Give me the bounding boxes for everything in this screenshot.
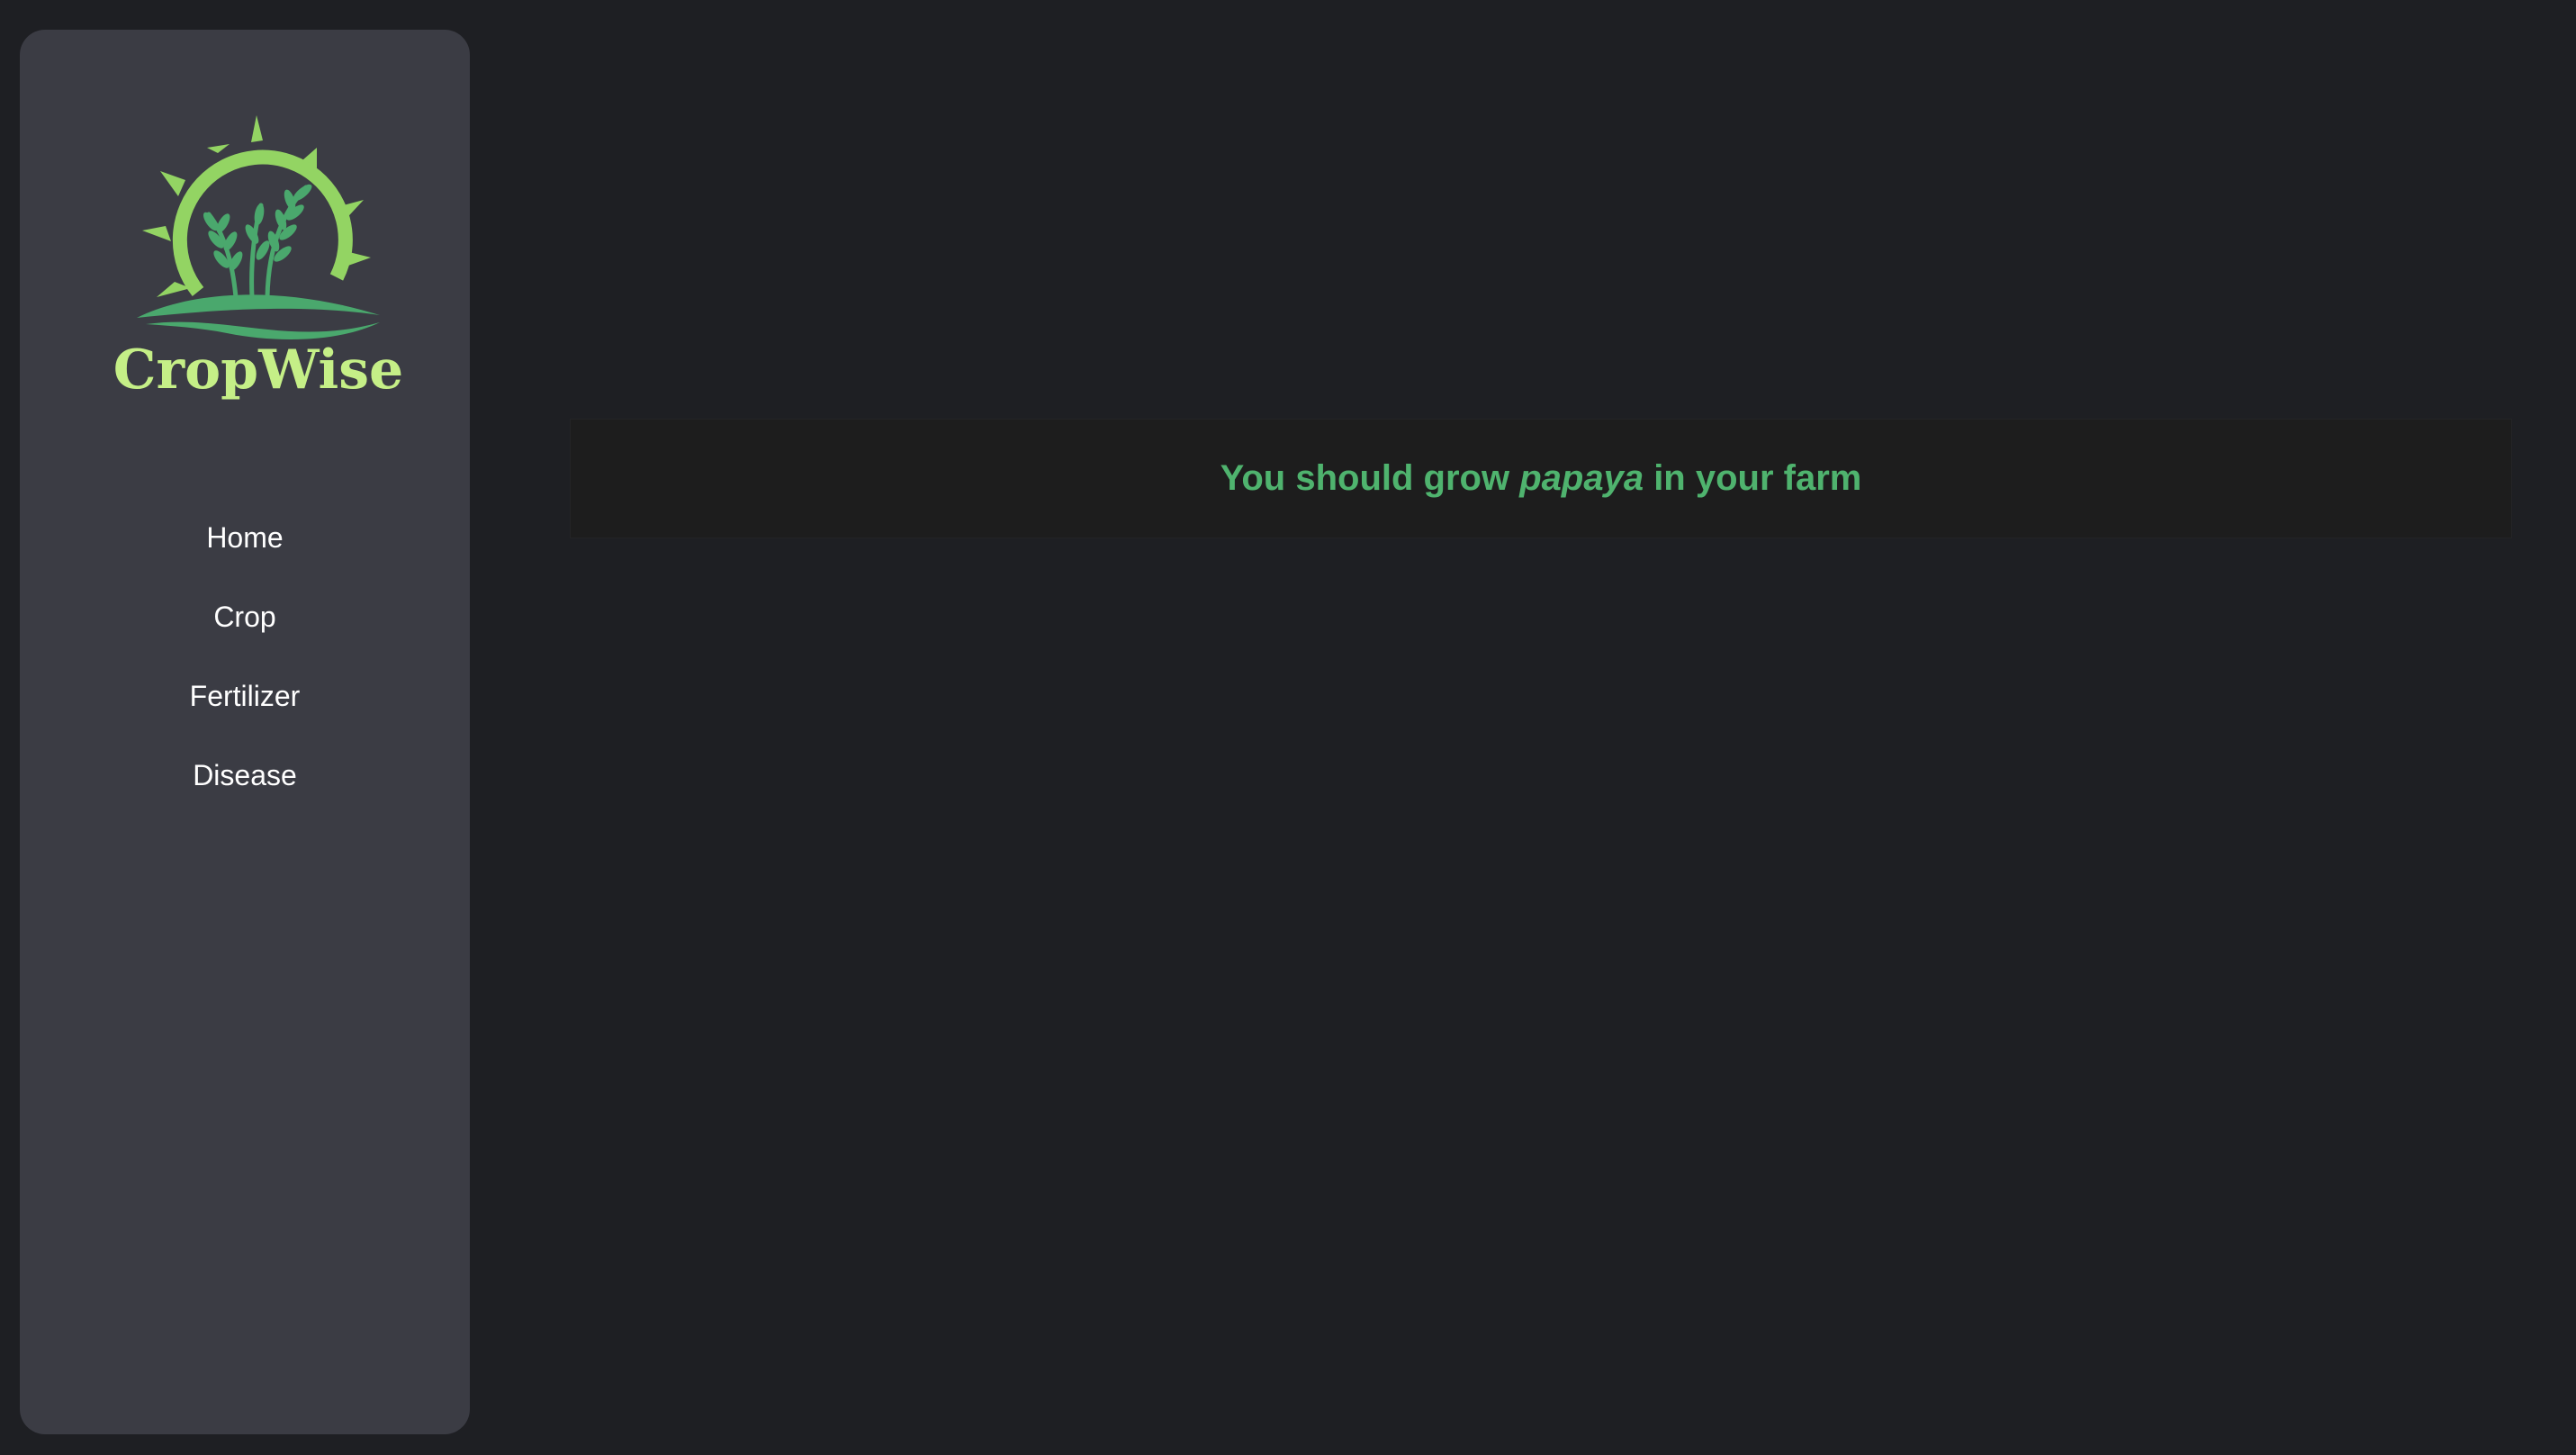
result-message: You should grow papaya in your farm xyxy=(1220,458,1862,499)
sidebar-item-crop[interactable]: Crop xyxy=(20,577,470,656)
sidebar-nav: Home Crop Fertilizer Disease xyxy=(20,498,470,815)
sidebar-item-disease[interactable]: Disease xyxy=(20,736,470,815)
app-root: CropWise Home Crop Fertilizer Disease Yo… xyxy=(0,0,2576,1455)
sidebar-item-home[interactable]: Home xyxy=(20,498,470,577)
recommended-crop: papaya xyxy=(1519,458,1644,498)
sidebar-item-fertilizer[interactable]: Fertilizer xyxy=(20,656,470,736)
result-suffix: in your farm xyxy=(1644,458,1862,498)
result-prefix: You should grow xyxy=(1220,458,1520,498)
brand-logo[interactable]: CropWise xyxy=(110,106,407,421)
sun-wheat-logo-icon xyxy=(137,115,380,340)
result-panel: You should grow papaya in your farm xyxy=(570,419,2512,538)
brand-name: CropWise xyxy=(113,339,404,402)
sidebar: CropWise Home Crop Fertilizer Disease xyxy=(20,30,470,1434)
